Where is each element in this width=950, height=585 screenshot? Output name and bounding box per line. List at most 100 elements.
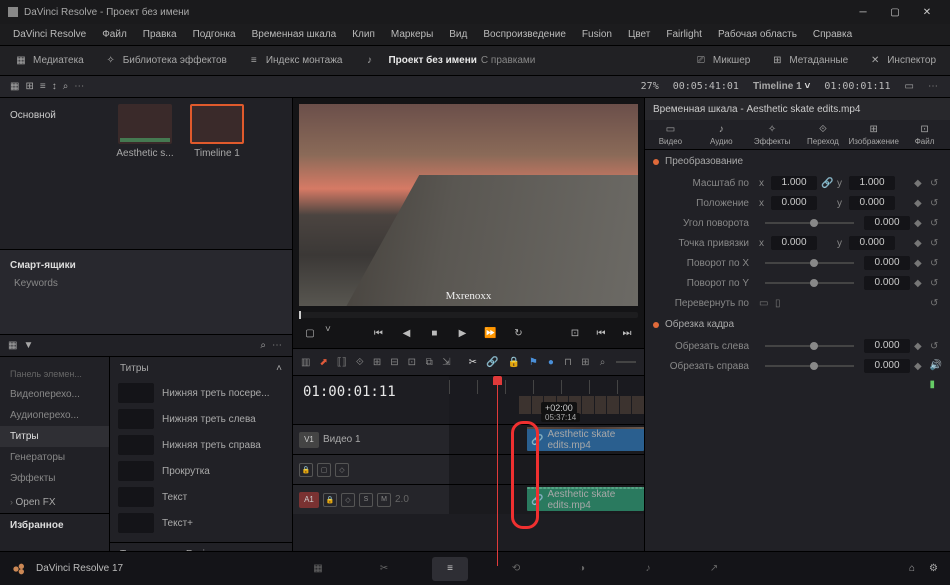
- tab-transition[interactable]: ⟐Переход: [797, 122, 848, 148]
- link-icon[interactable]: 🔗: [486, 354, 498, 370]
- keyframe-icon[interactable]: ◆: [914, 218, 926, 229]
- fx-cat[interactable]: Генераторы: [0, 447, 109, 468]
- layout-icon[interactable]: ≡: [40, 81, 46, 92]
- stop-button[interactable]: ■: [425, 324, 443, 342]
- menu-item[interactable]: Вид: [442, 26, 474, 43]
- zoom-icon[interactable]: ⌕: [599, 354, 607, 370]
- loop-button[interactable]: ↻: [509, 324, 527, 342]
- playhead[interactable]: [497, 376, 498, 566]
- search-icon[interactable]: ⌕: [63, 81, 69, 92]
- openfx-label[interactable]: › Open FX: [0, 489, 109, 513]
- volume-icon[interactable]: 🔊: [930, 360, 942, 371]
- yaw-slider[interactable]: [765, 282, 854, 284]
- bin-root[interactable]: Основной: [0, 106, 110, 125]
- maximize-button[interactable]: ▢: [880, 2, 910, 22]
- auto-select-button[interactable]: ▢: [317, 463, 331, 477]
- scale-x-input[interactable]: 1.000: [771, 176, 817, 190]
- first-frame-button[interactable]: ⏮: [369, 324, 387, 342]
- keyframe-icon[interactable]: ◆: [914, 178, 926, 189]
- title-preset[interactable]: Текст+: [110, 510, 292, 536]
- favorites-header[interactable]: Избранное: [0, 513, 109, 537]
- lock-track-button[interactable]: 🔒: [299, 463, 313, 477]
- menu-item[interactable]: Подгонка: [186, 26, 243, 43]
- zoom-level[interactable]: 27%: [641, 81, 659, 92]
- reset-icon[interactable]: ↺: [930, 198, 942, 209]
- tab-effects[interactable]: ✧Эффекты: [747, 122, 798, 148]
- tab-audio[interactable]: ♪Аудио: [696, 122, 747, 148]
- menu-item[interactable]: Клип: [345, 26, 382, 43]
- flip-v-button[interactable]: ▯: [775, 298, 787, 309]
- rotation-input[interactable]: 0.000: [864, 216, 910, 230]
- solo-button[interactable]: S: [359, 493, 373, 507]
- match-frame-button[interactable]: ⊡: [566, 324, 584, 342]
- video-lane[interactable]: 🔗Aesthetic skate edits.mp4: [449, 424, 644, 454]
- menu-item[interactable]: Рабочая область: [711, 26, 804, 43]
- replace-tool-icon[interactable]: ⊡: [408, 354, 416, 370]
- edit-index-toggle[interactable]: ≡Индекс монтажа: [239, 50, 351, 72]
- title-preset[interactable]: Нижняя треть посере...: [110, 380, 292, 406]
- deliver-page[interactable]: ↗: [696, 557, 732, 581]
- home-button[interactable]: ⌂: [909, 563, 915, 574]
- timeline-selector[interactable]: Timeline 1 ˅: [753, 81, 810, 92]
- video-clip[interactable]: 🔗Aesthetic skate edits.mp4: [527, 427, 644, 451]
- reset-icon[interactable]: ↺: [930, 341, 942, 352]
- menu-item[interactable]: DaVinci Resolve: [6, 26, 93, 43]
- keyframe-icon[interactable]: ◆: [914, 278, 926, 289]
- fx-cat[interactable]: Аудиоперехо...: [0, 405, 109, 426]
- crop-header[interactable]: Обрезка кадра: [645, 313, 950, 336]
- arm-button[interactable]: ◇: [341, 493, 355, 507]
- selection-tool-icon[interactable]: ⬈: [319, 354, 327, 370]
- cut-page[interactable]: ✂: [366, 557, 402, 581]
- trim-tool-icon[interactable]: ⟦⟧: [337, 354, 347, 370]
- sort-icon[interactable]: ↕: [52, 81, 57, 92]
- fairlight-page[interactable]: ♪: [630, 557, 666, 581]
- audio-lane[interactable]: 🔗Aesthetic skate edits.mp4: [449, 484, 644, 514]
- title-preset[interactable]: Нижняя треть справа: [110, 432, 292, 458]
- menu-item[interactable]: Справка: [806, 26, 859, 43]
- rotation-slider[interactable]: [765, 222, 854, 224]
- tab-video[interactable]: ▭Видео: [645, 122, 696, 148]
- menu-item[interactable]: Маркеры: [384, 26, 440, 43]
- settings-button[interactable]: ⚙: [929, 563, 938, 574]
- metadata-toggle[interactable]: ⊞Метаданные: [762, 50, 856, 72]
- mute-button[interactable]: M: [377, 493, 391, 507]
- pitch-input[interactable]: 0.000: [864, 256, 910, 270]
- next-edit-button[interactable]: ⏭: [618, 324, 636, 342]
- audio-track-header[interactable]: A1 🔒 ◇ S M 2.0: [293, 484, 449, 514]
- menu-item[interactable]: Файл: [95, 26, 134, 43]
- yaw-input[interactable]: 0.000: [864, 276, 910, 290]
- fx-cat[interactable]: Видеоперехо...: [0, 384, 109, 405]
- crop-right-input[interactable]: 0.000: [864, 359, 910, 373]
- scale-y-input[interactable]: 1.000: [849, 176, 895, 190]
- frame-sizing-icon[interactable]: ▢: [301, 324, 319, 342]
- reset-icon[interactable]: ↺: [930, 178, 942, 189]
- pos-x-input[interactable]: 0.000: [771, 196, 817, 210]
- smart-bins-header[interactable]: Смарт-ящики: [0, 256, 292, 275]
- dual-viewer-icon[interactable]: ▭: [905, 81, 914, 92]
- title-preset[interactable]: Прокрутка: [110, 458, 292, 484]
- prev-frame-button[interactable]: ◀: [397, 324, 415, 342]
- flip-h-button[interactable]: ▭: [759, 298, 771, 309]
- link-icon[interactable]: 🔗: [821, 178, 833, 189]
- keywords-bin[interactable]: Keywords: [0, 275, 292, 292]
- edit-page[interactable]: ≡: [432, 557, 468, 581]
- title-preset[interactable]: Нижняя треть слева: [110, 406, 292, 432]
- keyframe-icon[interactable]: ◆: [914, 238, 926, 249]
- menu-item[interactable]: Воспроизведение: [476, 26, 573, 43]
- layout-icon[interactable]: ▦: [8, 340, 17, 351]
- next-frame-button[interactable]: ⏩: [481, 324, 499, 342]
- scrub-bar[interactable]: [299, 312, 638, 318]
- tab-image[interactable]: ⊞Изображение: [848, 122, 899, 148]
- menu-item[interactable]: Fairlight: [659, 26, 709, 43]
- keyframe-icon[interactable]: ◆: [914, 198, 926, 209]
- anchor-x-input[interactable]: 0.000: [771, 236, 817, 250]
- pos-y-input[interactable]: 0.000: [849, 196, 895, 210]
- layout-icon[interactable]: ▦: [10, 81, 19, 92]
- clip-item[interactable]: Aesthetic s...: [116, 104, 174, 243]
- search-icon[interactable]: ⌕: [260, 340, 266, 351]
- ripple-tool-icon[interactable]: ⇲: [442, 354, 450, 370]
- timeline-view-icon[interactable]: ▥: [301, 354, 310, 370]
- crop-left-input[interactable]: 0.000: [864, 339, 910, 353]
- effects-lib-toggle[interactable]: ✧Библиотека эффектов: [96, 50, 235, 72]
- crop-left-slider[interactable]: [765, 345, 854, 347]
